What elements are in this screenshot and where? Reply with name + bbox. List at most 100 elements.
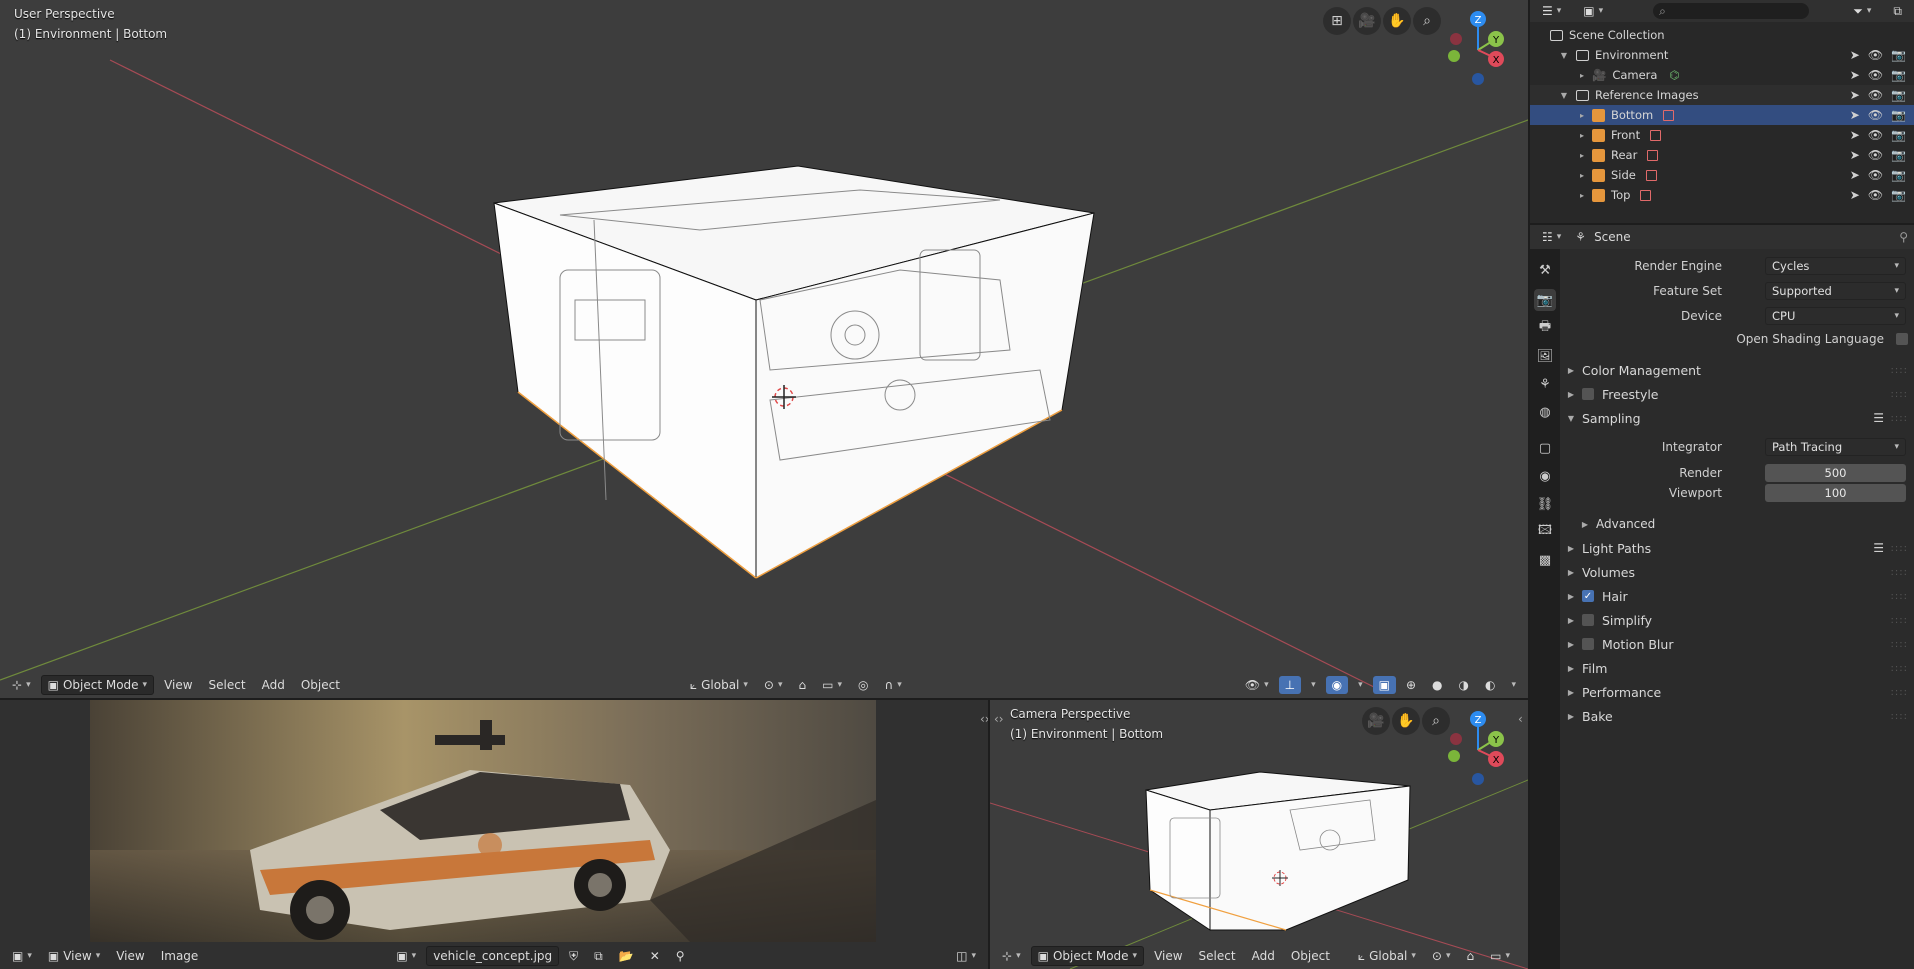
eye-icon[interactable]: 👁	[1868, 88, 1883, 102]
navigation-gizmo[interactable]: Z Y X	[1428, 6, 1508, 88]
menu-add[interactable]: Add	[1246, 947, 1281, 965]
search-input[interactable]: ⌕	[1653, 3, 1810, 19]
render-samples-field[interactable]: 500	[1765, 464, 1906, 482]
menu-object[interactable]: Object	[1285, 947, 1336, 965]
camera-render-icon[interactable]: 📷	[1891, 128, 1906, 142]
shading-dropdown[interactable]: ▾	[1505, 678, 1522, 692]
device-dropdown[interactable]: CPU ▾	[1765, 307, 1906, 325]
outliner-row-environment[interactable]: ▼ Environment ➤ 👁 📷	[1530, 45, 1914, 65]
menu-select[interactable]: Select	[203, 676, 252, 694]
mode-dropdown[interactable]: ▣ Object Mode ▾	[40, 675, 155, 695]
falloff-dropdown[interactable]: ∩ ▾	[879, 676, 908, 694]
scene-canvas[interactable]	[0, 0, 1528, 698]
camera-render-icon[interactable]: 📷	[1891, 48, 1906, 62]
pan-hand-icon[interactable]: ✋	[1383, 7, 1411, 35]
expand-down-icon[interactable]: ▼	[1558, 91, 1570, 100]
subpanel-advanced[interactable]: ▶ Advanced	[1574, 512, 1914, 536]
tool-tab-icon[interactable]: ⚒	[1534, 259, 1556, 281]
constraints-tab-icon[interactable]: ⛓	[1534, 493, 1556, 515]
image-browse-dropdown[interactable]: ▣ ▾	[390, 947, 422, 965]
scene-tab-icon[interactable]: ⚘	[1534, 373, 1556, 395]
pivot-dropdown[interactable]: ⊙ ▾	[1426, 947, 1457, 965]
panel-volumes[interactable]: ▶ Volumes::::	[1560, 560, 1914, 584]
solid-shading-icon[interactable]: ●	[1426, 676, 1448, 694]
data-tab-icon[interactable]: 🖾	[1534, 521, 1556, 543]
snap-toggle-icon[interactable]: ⌂	[1461, 947, 1481, 965]
panel-light-paths[interactable]: ▶ Light Paths ☰::::	[1560, 536, 1914, 560]
material-shading-icon[interactable]: ◑	[1453, 676, 1475, 694]
new-collection-icon[interactable]: ⧉	[1887, 2, 1908, 21]
menu-image[interactable]: Image	[155, 947, 205, 965]
editor-type-button[interactable]: ⊹ ▾	[996, 947, 1027, 965]
snap-toggle-icon[interactable]: ⌂	[793, 676, 813, 694]
camera-view-icon[interactable]: 🎥	[1353, 7, 1381, 35]
panel-hair[interactable]: ▶ ✓ Hair::::	[1560, 584, 1914, 608]
camera-viewport[interactable]: Camera Perspective (1) Environment | Bot…	[990, 700, 1528, 969]
snap-target-dropdown[interactable]: ▭ ▾	[816, 676, 848, 694]
expand-right-icon[interactable]: ▸	[1576, 191, 1588, 200]
properties-editor[interactable]: ☷ ▾ ⚘ Scene ⚲ ⚒ 📷 🖶 🖼 ⚘ ◍ ▢ ◉ ⛓ 🖾 ▩ Rende…	[1530, 225, 1914, 969]
object-tab-icon[interactable]: ▢	[1534, 437, 1556, 459]
visibility-dropdown[interactable]: 👁 ▾	[1239, 676, 1275, 694]
menu-add[interactable]: Add	[256, 676, 291, 694]
outliner-row-top[interactable]: ▸ Top ➤ 👁 📷	[1530, 185, 1914, 205]
snap-target-dropdown[interactable]: ▭ ▾	[1484, 947, 1516, 965]
camera-render-icon[interactable]: 📷	[1891, 148, 1906, 162]
expand-right-icon[interactable]: ▸	[1576, 151, 1588, 160]
panel-performance[interactable]: ▶ Performance::::	[1560, 680, 1914, 704]
filter-dropdown[interactable]: ⏷ ▾	[1847, 2, 1877, 21]
image-editor[interactable]: ‹› ▣▾ ▣View▾ View Image ▣▾ vehicle_conce…	[0, 700, 988, 969]
panel-sampling[interactable]: ▼ Sampling ☰::::	[1560, 406, 1914, 430]
pan-hand-icon[interactable]: ✋	[1392, 707, 1420, 735]
outliner-row-camera[interactable]: ▸ 🎥 Camera ⌬ ➤ 👁 📷	[1530, 65, 1914, 85]
outliner[interactable]: ☰ ▾ ▣ ▾ ⌕ ⏷ ▾ ⧉ Scene Collection ▼ Environm…	[1530, 0, 1914, 223]
navigation-gizmo[interactable]: Z Y X	[1438, 706, 1518, 788]
orientation-dropdown[interactable]: ⟀ Global ▾	[1352, 947, 1422, 966]
sidebar-toggle-icon[interactable]: ‹	[1518, 712, 1523, 726]
open-image-icon[interactable]: 📂	[613, 947, 640, 965]
select-arrow-icon[interactable]: ➤	[1850, 108, 1860, 122]
physics-tab-icon[interactable]: ◉	[1534, 465, 1556, 487]
view-layer-tab-icon[interactable]: 🖼	[1534, 345, 1556, 367]
presets-list-icon[interactable]: ☰	[1873, 411, 1884, 425]
hair-checkbox[interactable]: ✓	[1582, 590, 1594, 602]
world-tab-icon[interactable]: ◍	[1534, 401, 1556, 423]
select-arrow-icon[interactable]: ➤	[1850, 128, 1860, 142]
editor-type-button[interactable]: ☷ ▾	[1536, 228, 1567, 246]
expand-right-icon[interactable]: ▸	[1576, 131, 1588, 140]
select-arrow-icon[interactable]: ➤	[1850, 68, 1860, 82]
eye-icon[interactable]: 👁	[1868, 48, 1883, 62]
display-mode-dropdown[interactable]: ▣ ▾	[1577, 2, 1609, 20]
eye-icon[interactable]: 👁	[1868, 188, 1883, 202]
camera-view-icon[interactable]: 🎥	[1362, 707, 1390, 735]
integrator-dropdown[interactable]: Path Tracing ▾	[1765, 438, 1906, 456]
outliner-row-rear[interactable]: ▸ Rear ➤ 👁 📷	[1530, 145, 1914, 165]
pivot-dropdown[interactable]: ⊙ ▾	[758, 676, 789, 694]
overlay-dropdown[interactable]: ◫ ▾	[950, 947, 982, 965]
mode-dropdown[interactable]: ▣ Object Mode ▾	[1030, 946, 1145, 966]
unlink-image-icon[interactable]: ✕	[644, 947, 666, 965]
outliner-row-reference-images[interactable]: ▼ Reference Images ➤ 👁 📷	[1530, 85, 1914, 105]
editor-type-button[interactable]: ☰ ▾	[1536, 2, 1567, 20]
eye-icon[interactable]: 👁	[1868, 168, 1883, 182]
new-image-icon[interactable]: ⧉	[588, 947, 609, 966]
expand-down-icon[interactable]: ▼	[1558, 51, 1570, 60]
camera-render-icon[interactable]: 📷	[1891, 168, 1906, 182]
pin-image-icon[interactable]: ⚲	[670, 947, 691, 965]
camera-render-icon[interactable]: 📷	[1891, 188, 1906, 202]
expand-right-icon[interactable]: ▸	[1576, 171, 1588, 180]
expand-right-icon[interactable]: ▸	[1576, 111, 1588, 120]
xray-toggle-icon[interactable]: ▣	[1372, 676, 1396, 694]
gizmo-toggle-icon[interactable]: ⊥	[1278, 676, 1302, 694]
panel-film[interactable]: ▶ Film::::	[1560, 656, 1914, 680]
eye-icon[interactable]: 👁	[1868, 128, 1883, 142]
orientation-dropdown[interactable]: ⟀ Global ▾	[684, 676, 754, 695]
texture-tab-icon[interactable]: ▩	[1534, 549, 1556, 571]
select-arrow-icon[interactable]: ➤	[1850, 48, 1860, 62]
menu-view[interactable]: View	[1148, 947, 1188, 965]
fake-user-icon[interactable]: ⛨	[563, 947, 584, 966]
eye-icon[interactable]: 👁	[1868, 108, 1883, 122]
wireframe-shading-icon[interactable]: ⊕	[1400, 676, 1422, 694]
select-arrow-icon[interactable]: ➤	[1850, 188, 1860, 202]
expand-right-icon[interactable]: ▸	[1576, 71, 1588, 80]
